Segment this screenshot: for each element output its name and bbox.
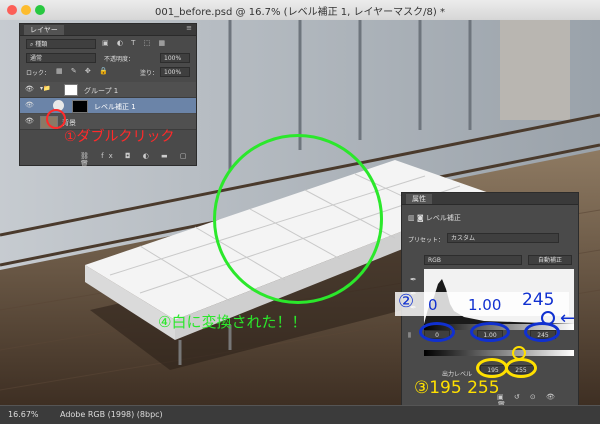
properties-heading: レベル補正 [425, 214, 461, 222]
visibility-eye-icon[interactable]: 👁 [25, 85, 34, 93]
lock-icons[interactable]: ▦ ✎ ✥ 🔒 [56, 67, 111, 75]
properties-heading-row: ▥ ◙ レベル補正 [408, 213, 461, 223]
output-level-gradient [424, 350, 574, 356]
layer-row-levels[interactable]: 👁 レベル補正 1 [20, 98, 196, 113]
channel-select[interactable]: RGB [424, 255, 522, 265]
lock-label: ロック： [26, 70, 51, 77]
color-profile[interactable]: Adobe RGB (1998) (8bpc) [60, 410, 163, 419]
status-bar: 16.67% Adobe RGB (1998) (8bpc) [0, 405, 600, 424]
annotation-double-click: ①ダブルクリック [64, 129, 175, 145]
blend-mode-value: 通常 [30, 55, 43, 62]
levels-options-icon[interactable]: ⫼ [408, 332, 411, 340]
annotation-arrow-icon: ← [560, 308, 576, 329]
annotation-blue-circle-gamma [470, 322, 510, 342]
blend-mode-select[interactable]: 通常 [26, 53, 96, 63]
annotation-step2-white: 245 [522, 290, 555, 310]
annotation-blue-circle-black [419, 322, 455, 342]
preset-label: プリセット： [408, 237, 445, 244]
opacity-input[interactable]: 100% [160, 53, 190, 63]
preset-value: カスタム [451, 235, 476, 242]
visibility-eye-icon[interactable]: 👁 [25, 101, 34, 109]
annotation-yellow-circle-slider [512, 346, 526, 360]
annotation-step2-gamma: 1.00 [468, 296, 502, 314]
annotation-yellow-circle-black [476, 358, 508, 378]
layer-name: レベル補正 1 [94, 103, 136, 111]
visibility-eye-icon[interactable]: 👁 [25, 117, 34, 125]
auto-button[interactable]: 自動補正 [528, 255, 572, 265]
annotation-step2-black: 0 [428, 296, 438, 314]
layer-mask-thumbnail[interactable] [64, 84, 78, 96]
tab-layers[interactable]: レイヤー [24, 25, 64, 35]
layer-name: グループ 1 [84, 87, 119, 95]
annotation-step2-marker: ② [398, 291, 415, 312]
annotation-blue-circle-white [524, 322, 560, 342]
layer-filter-value: 種類 [35, 41, 48, 48]
window-title: 001_before.psd @ 16.7% (レベル補正 1, レイヤーマスク… [155, 7, 445, 18]
zoom-level[interactable]: 16.67% [8, 410, 39, 419]
preset-select[interactable]: カスタム [447, 233, 559, 243]
fill-label: 塗り： [140, 70, 159, 77]
panel-menu-icon[interactable]: ≡ [186, 24, 192, 32]
folder-icon: ▾📁 [40, 85, 51, 92]
search-icon: ⌕ [30, 41, 34, 48]
layer-mask-thumbnail[interactable] [72, 100, 88, 113]
annotation-green-circle [213, 134, 383, 304]
fill-input[interactable]: 100% [160, 67, 190, 77]
annotation-step3: ③195 255 [414, 378, 500, 398]
layer-row-group[interactable]: 👁 ▾📁 グループ 1 [20, 82, 196, 98]
annotation-red-circle [46, 109, 66, 129]
layer-filter-select[interactable]: ⌕ 種類 [26, 39, 96, 49]
annotation-white-converted: ④白に変換された！！ [158, 313, 307, 331]
filter-row: ⌕ 種類 [26, 39, 96, 49]
annotation-blue-circle-slider [541, 311, 555, 325]
channel-value: RGB [428, 257, 441, 264]
layers-bottom-toolbar[interactable]: ⛓ fx ◘ ◐ ▬ ▢ 🗑 [80, 152, 196, 168]
window-titlebar: 001_before.psd @ 16.7% (レベル補正 1, レイヤーマスク… [0, 0, 600, 21]
layers-panel-tabbar: レイヤー ≡ [20, 24, 196, 36]
levels-icon: ▥ ◙ [408, 214, 424, 222]
tab-properties[interactable]: 属性 [406, 194, 432, 204]
output-label: 出力レベル [442, 371, 473, 378]
opacity-label: 不透明度： [104, 56, 135, 63]
properties-panel-tabbar: 属性 [402, 193, 578, 205]
filter-icons[interactable]: ▣ ◐ T ⬚ ▦ [102, 39, 168, 47]
annotation-yellow-circle-white [505, 358, 537, 378]
